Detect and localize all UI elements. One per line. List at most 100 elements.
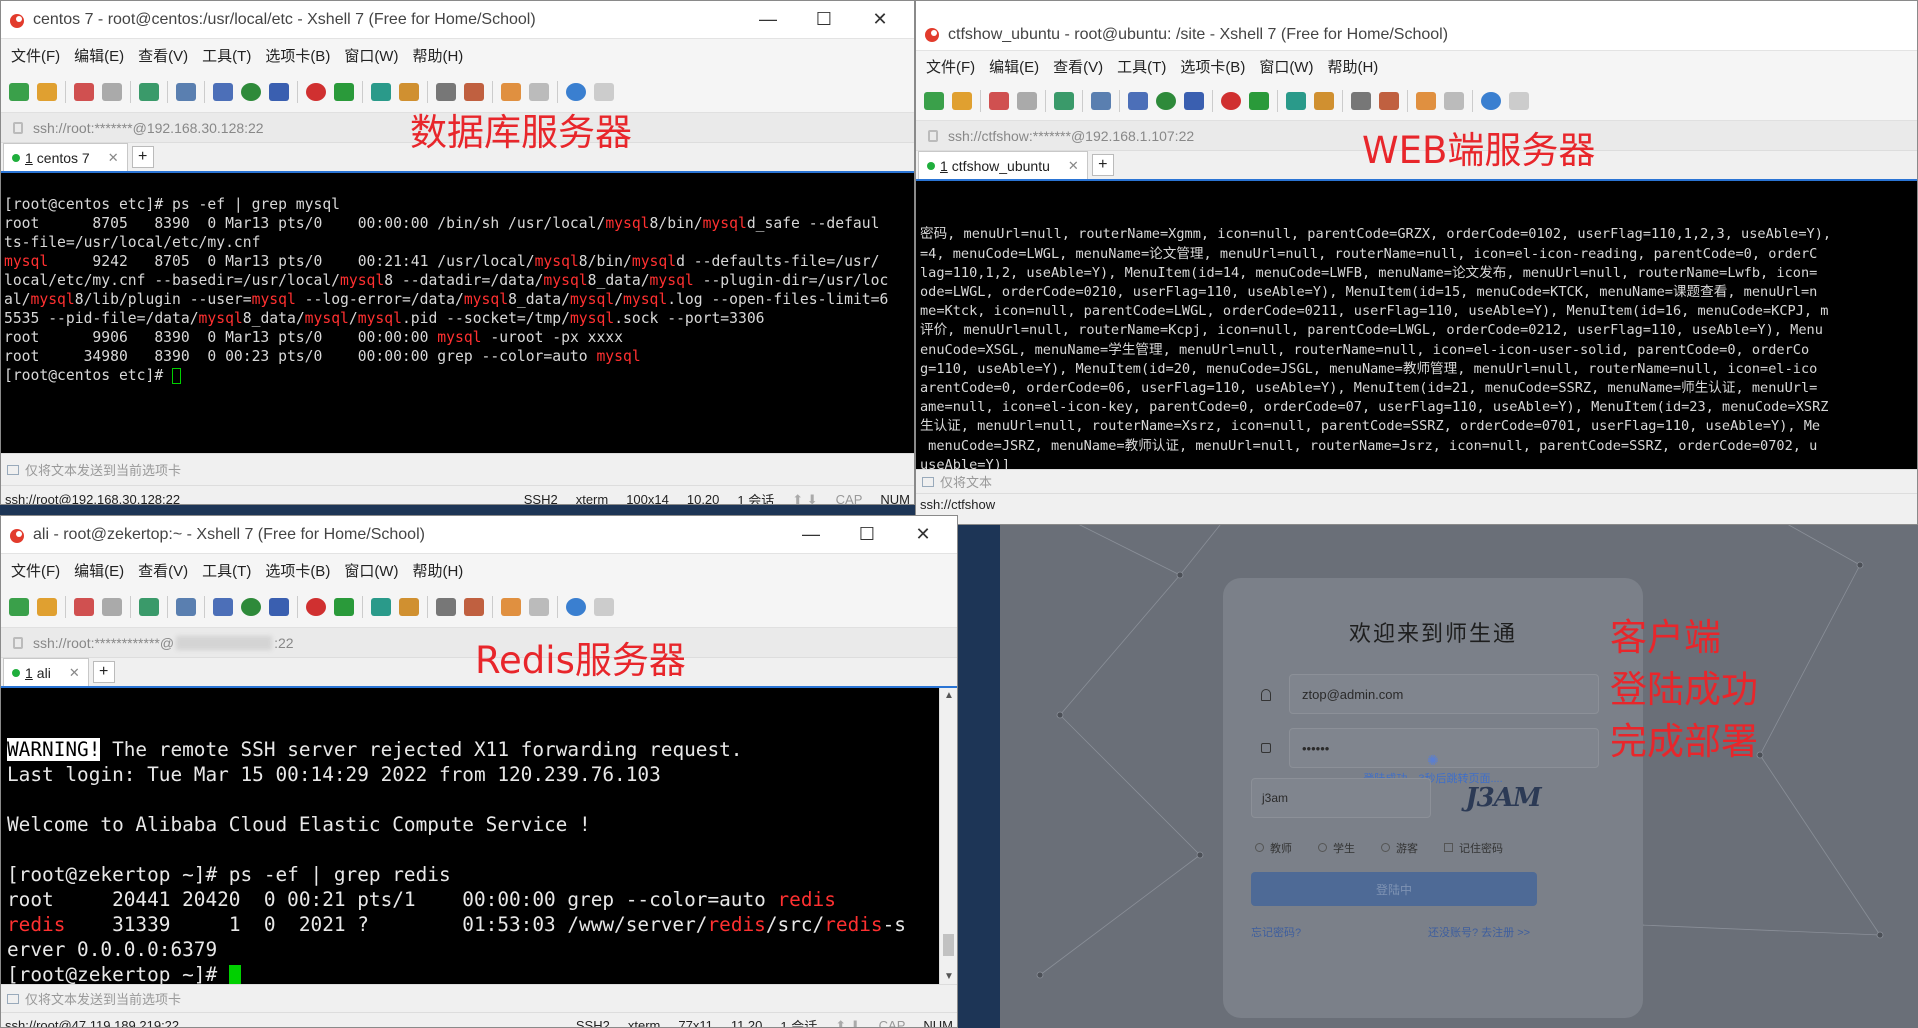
menu-window[interactable]: 窗口(W) [344,560,398,581]
password-field[interactable]: •••••• [1289,728,1599,768]
fullscreen-icon[interactable] [1286,91,1306,110]
new-session-icon[interactable] [924,91,944,110]
properties-icon[interactable] [1054,91,1074,110]
new-tab-button[interactable]: + [1091,154,1114,176]
fullscreen-icon[interactable] [371,597,391,616]
send-text-bar[interactable]: 仅将文本 [916,469,1917,493]
menu-tab[interactable]: 选项卡(B) [265,560,330,581]
menu-file[interactable]: 文件(F) [926,56,975,77]
find-icon[interactable] [1091,91,1111,110]
maximize-icon[interactable]: ☐ [796,1,852,38]
menu-tab[interactable]: 选项卡(B) [265,45,330,66]
new-session-icon[interactable] [9,597,29,616]
window-layout-icon[interactable] [1444,91,1464,110]
menu-help[interactable]: 帮助(H) [412,560,463,581]
chat-icon[interactable] [1509,91,1529,110]
close-icon[interactable]: ✕ [895,516,951,553]
disconnect-icon[interactable] [989,91,1009,110]
new-tab-button[interactable]: + [92,661,115,683]
font-icon[interactable] [269,597,289,616]
reconnect-icon[interactable] [102,82,122,101]
terminal[interactable]: 密码, menuUrl=null, routerName=Xgmm, icon=… [916,181,1917,469]
help-icon[interactable] [566,597,586,616]
window-layout-icon[interactable] [529,82,549,101]
keyboard-icon[interactable] [436,597,456,616]
captcha-field[interactable]: j3am [1251,778,1431,818]
help-icon[interactable] [1481,91,1501,110]
menu-edit[interactable]: 编辑(E) [74,45,124,66]
scroll-thumb[interactable] [943,934,954,956]
globe-icon[interactable] [241,82,261,101]
login-button[interactable]: 登陆中 [1251,872,1537,906]
layout-icon[interactable] [213,597,233,616]
send-text-bar[interactable]: 仅将文本发送到当前选项卡 [1,984,957,1012]
window-layout-icon[interactable] [529,597,549,616]
font-icon[interactable] [269,82,289,101]
transfer-icon[interactable] [501,82,521,101]
close-icon[interactable]: ✕ [852,1,908,38]
open-folder-icon[interactable] [952,91,972,110]
tab-close-icon[interactable]: ✕ [108,150,119,166]
menu-edit[interactable]: 编辑(E) [74,560,124,581]
find-icon[interactable] [176,82,196,101]
find-icon[interactable] [176,597,196,616]
menu-file[interactable]: 文件(F) [11,45,60,66]
chat-icon[interactable] [594,82,614,101]
forgot-password-link[interactable]: 忘记密码? [1251,924,1301,940]
help-icon[interactable] [566,82,586,101]
menu-view[interactable]: 查看(V) [1053,56,1103,77]
reconnect-icon[interactable] [102,597,122,616]
open-folder-icon[interactable] [37,597,57,616]
menu-window[interactable]: 窗口(W) [344,45,398,66]
menu-tools[interactable]: 工具(T) [202,560,251,581]
open-folder-icon[interactable] [37,82,57,101]
minimize-icon[interactable]: — [783,516,839,553]
scroll-down-icon[interactable]: ▼ [944,971,954,982]
script-icon[interactable] [1379,91,1399,110]
tab-close-icon[interactable]: ✕ [69,665,80,681]
terminal-scrollbar[interactable]: ▲ ▼ [939,688,957,984]
tab-close-icon[interactable]: ✕ [1068,158,1079,174]
terminal[interactable]: WARNING! The remote SSH server rejected … [1,688,939,984]
transfer-icon[interactable] [501,597,521,616]
disconnect-icon[interactable] [74,82,94,101]
menu-tab[interactable]: 选项卡(B) [1180,56,1245,77]
chat-icon[interactable] [594,597,614,616]
menu-view[interactable]: 查看(V) [138,560,188,581]
menu-window[interactable]: 窗口(W) [1259,56,1313,77]
send-text-bar[interactable]: 仅将文本发送到当前选项卡 [1,453,914,485]
xftp-icon[interactable] [334,597,354,616]
xshell-red-icon[interactable] [306,82,326,101]
menu-help[interactable]: 帮助(H) [412,45,463,66]
keyboard-icon[interactable] [436,82,456,101]
new-session-icon[interactable] [9,82,29,101]
globe-icon[interactable] [1156,91,1176,110]
xftp-icon[interactable] [334,82,354,101]
maximize-icon[interactable]: ☐ [839,516,895,553]
captcha-image[interactable]: J3AM [1448,778,1558,818]
reconnect-icon[interactable] [1017,91,1037,110]
fullscreen-icon[interactable] [371,82,391,101]
properties-icon[interactable] [139,597,159,616]
menu-tools[interactable]: 工具(T) [202,45,251,66]
layout-icon[interactable] [213,82,233,101]
remember-checkbox[interactable]: 记住密码 [1444,840,1503,856]
register-link[interactable]: 还没账号? 去注册 >> [1428,924,1530,940]
font-icon[interactable] [1184,91,1204,110]
scroll-up-icon[interactable]: ▲ [944,690,954,701]
menu-tools[interactable]: 工具(T) [1117,56,1166,77]
menu-file[interactable]: 文件(F) [11,560,60,581]
role-teacher-radio[interactable]: 教师 [1255,840,1292,856]
tab-ali[interactable]: 1 ali ✕ [3,658,89,686]
tab-ctfshow-ubuntu[interactable]: 1 ctfshow_ubuntu ✕ [918,151,1088,179]
globe-icon[interactable] [241,597,261,616]
xshell-red-icon[interactable] [1221,91,1241,110]
keyboard-icon[interactable] [1351,91,1371,110]
username-field[interactable]: ztop@admin.com [1289,674,1599,714]
menu-view[interactable]: 查看(V) [138,45,188,66]
status-arrows-icon[interactable]: ⬆ ⬇ [792,492,817,505]
transfer-icon[interactable] [1416,91,1436,110]
lock-toolbar-icon[interactable] [399,82,419,101]
properties-icon[interactable] [139,82,159,101]
script-icon[interactable] [464,82,484,101]
